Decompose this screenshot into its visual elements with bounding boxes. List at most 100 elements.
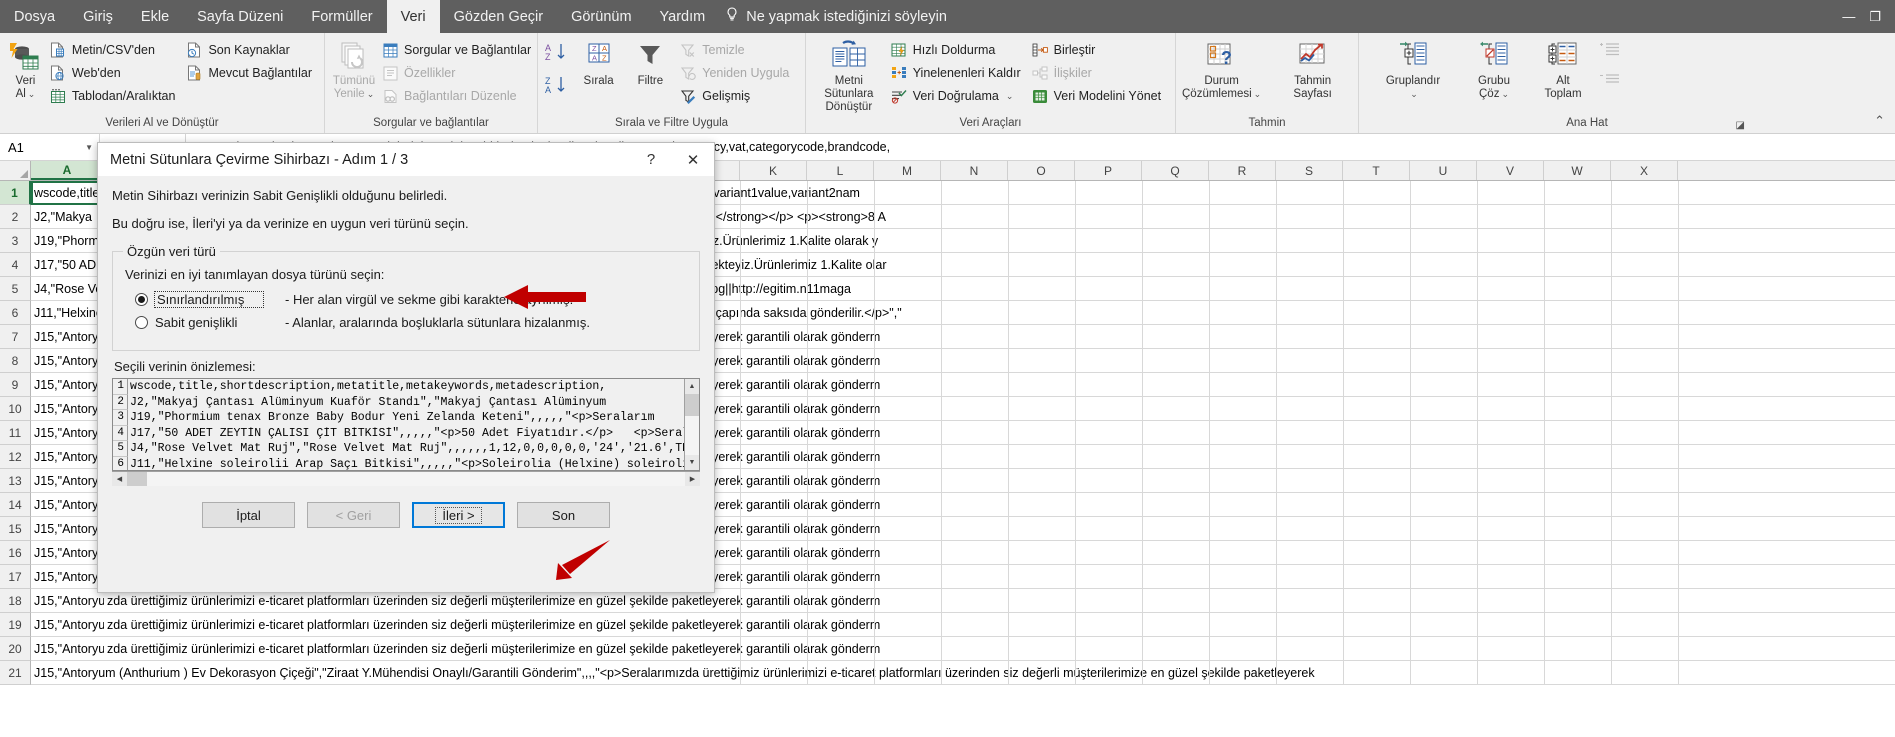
grid-row[interactable]: J15,"Antoryuzda ürettiğimiz ürünlerimizi…: [31, 613, 1895, 637]
select-all-corner[interactable]: [0, 161, 31, 180]
row-header-5[interactable]: 5: [0, 277, 31, 301]
column-header-U[interactable]: U: [1410, 161, 1477, 180]
tell-me-box[interactable]: Ne yapmak istediğinizi söyleyin: [719, 0, 957, 33]
cell-column-A[interactable]: J15,"Antoryu: [31, 642, 104, 656]
row-header-14[interactable]: 14: [0, 493, 31, 517]
radio-option-delimited[interactable]: Sınırlandırılmış - Her alan virgül ve se…: [135, 291, 689, 308]
column-header-R[interactable]: R: [1209, 161, 1276, 180]
column-header-X[interactable]: X: [1611, 161, 1678, 180]
cell-column-A[interactable]: J15,"Antoryu: [31, 450, 104, 464]
from-text-csv-button[interactable]: Metin/CSV'den: [47, 39, 182, 61]
cell-overflow-text[interactable]: zda ürettiğimiz ürünlerimizi e-ticaret p…: [104, 642, 1895, 656]
chevron-down-icon[interactable]: ⌄: [1006, 91, 1014, 102]
radio-option-fixed-width[interactable]: Sabit genişlikli - Alanlar, aralarında b…: [135, 315, 689, 330]
hscroll-track[interactable]: [127, 472, 685, 486]
chevron-down-icon[interactable]: ▼: [85, 143, 93, 152]
forecast-sheet-button[interactable]: Tahmin Sayfası: [1273, 36, 1352, 101]
cell-column-A[interactable]: J15,"Antoryu: [31, 330, 104, 344]
tab-veri[interactable]: Veri: [386, 0, 440, 33]
tab-yardim[interactable]: Yardım: [646, 0, 720, 33]
manage-data-model-button[interactable]: Veri Modelini Yönet: [1029, 85, 1169, 107]
scroll-left-icon[interactable]: ◀: [112, 472, 127, 486]
row-header-19[interactable]: 19: [0, 613, 31, 637]
row-header-3[interactable]: 3: [0, 229, 31, 253]
consolidate-button[interactable]: Birleştir: [1029, 39, 1169, 61]
data-validation-button[interactable]: Veri Doğrulama ⌄: [888, 85, 1027, 107]
ribbon-collapse-icon[interactable]: ⌃: [1874, 113, 1885, 129]
restore-button[interactable]: ❐: [1869, 9, 1881, 25]
row-header-9[interactable]: 9: [0, 373, 31, 397]
cell-column-A[interactable]: J15,"Antoryu: [31, 426, 104, 440]
cell-column-A[interactable]: J15,"Antoryu: [31, 498, 104, 512]
column-header-V[interactable]: V: [1477, 161, 1544, 180]
queries-and-connections-button[interactable]: Sorgular ve Bağlantılar: [379, 39, 531, 61]
sort-dialog-button[interactable]: ZAAZ Sırala: [574, 36, 624, 88]
preview-horizontal-scrollbar[interactable]: ◀ ▶: [112, 471, 700, 486]
grid-row[interactable]: J15,"Antoryuzda ürettiğimiz ürünlerimizi…: [31, 637, 1895, 661]
tab-ekle[interactable]: Ekle: [127, 0, 183, 33]
remove-duplicates-button[interactable]: Yinelenenleri Kaldır: [888, 62, 1027, 84]
cell-column-A[interactable]: J19,"Phormi: [31, 234, 104, 248]
get-data-button[interactable]: Veri Al ⌄: [6, 36, 45, 101]
cell-column-A[interactable]: J15,"Antoryu: [31, 570, 104, 584]
column-header-M[interactable]: M: [874, 161, 941, 180]
preview-vertical-scrollbar[interactable]: ▲ ▼: [684, 379, 699, 470]
column-header-S[interactable]: S: [1276, 161, 1343, 180]
row-header-21[interactable]: 21: [0, 661, 31, 685]
sort-descending-icon[interactable]: ZA: [544, 75, 572, 100]
column-header-P[interactable]: P: [1075, 161, 1142, 180]
row-header-4[interactable]: 4: [0, 253, 31, 277]
column-header-N[interactable]: N: [941, 161, 1008, 180]
group-button[interactable]: Gruplandır ⌄: [1371, 36, 1455, 101]
row-header-8[interactable]: 8: [0, 349, 31, 373]
row-header-16[interactable]: 16: [0, 541, 31, 565]
refresh-all-button[interactable]: Tümünü Yenile ⌄: [331, 36, 377, 101]
cell-column-A[interactable]: J15,"Antoryu: [31, 546, 104, 560]
hscroll-thumb[interactable]: [127, 472, 147, 486]
cell-column-A[interactable]: J15,"Antoryu: [31, 402, 104, 416]
tab-formuller[interactable]: Formüller: [297, 0, 386, 33]
tab-giris[interactable]: Giriş: [69, 0, 127, 33]
cancel-button[interactable]: İptal: [202, 502, 295, 528]
cell-column-A[interactable]: J15,"Antoryum (Anthurium ) Ev Dekorasyon…: [31, 666, 1891, 680]
column-header-O[interactable]: O: [1008, 161, 1075, 180]
cell-column-A[interactable]: J4,"Rose Vel: [31, 282, 104, 296]
row-header-1[interactable]: 1: [0, 181, 31, 205]
grid-row[interactable]: J15,"Antoryum (Anthurium ) Ev Dekorasyon…: [31, 661, 1895, 685]
cell-column-A[interactable]: J15,"Antoryu: [31, 378, 104, 392]
cell-column-A[interactable]: J17,"50 ADE: [31, 258, 104, 272]
row-header-15[interactable]: 15: [0, 517, 31, 541]
row-header-7[interactable]: 7: [0, 325, 31, 349]
row-header-12[interactable]: 12: [0, 445, 31, 469]
filter-button[interactable]: Filtre: [625, 36, 675, 88]
what-if-analysis-button[interactable]: ? Durum Çözümlemesi ⌄: [1182, 36, 1261, 101]
minimize-button[interactable]: —: [1842, 9, 1855, 24]
scroll-up-icon[interactable]: ▲: [685, 379, 699, 394]
cell-column-A[interactable]: J15,"Antoryu: [31, 354, 104, 368]
row-header-20[interactable]: 20: [0, 637, 31, 661]
cell-column-A[interactable]: J15,"Antoryu: [31, 522, 104, 536]
cell-overflow-text[interactable]: zda ürettiğimiz ürünlerimizi e-ticaret p…: [104, 618, 1895, 632]
column-header-W[interactable]: W: [1544, 161, 1611, 180]
name-box[interactable]: A1 ▼: [0, 134, 100, 160]
column-header-L[interactable]: L: [807, 161, 874, 180]
tab-gozden-gecir[interactable]: Gözden Geçir: [440, 0, 557, 33]
row-header-13[interactable]: 13: [0, 469, 31, 493]
scroll-down-icon[interactable]: ▼: [685, 455, 699, 470]
row-header-10[interactable]: 10: [0, 397, 31, 421]
active-cell-A1[interactable]: [31, 181, 104, 205]
row-header-17[interactable]: 17: [0, 565, 31, 589]
subtotal-button[interactable]: Alt Toplam: [1533, 36, 1593, 101]
vscroll-track[interactable]: [685, 394, 699, 455]
from-web-button[interactable]: Web'den: [47, 62, 182, 84]
finish-button[interactable]: Son: [517, 502, 610, 528]
outline-dialog-launcher[interactable]: ◪: [1736, 120, 1745, 131]
recent-sources-button[interactable]: Son Kaynaklar: [183, 39, 318, 61]
close-icon[interactable]: ✕: [672, 143, 714, 176]
next-button[interactable]: İleri >: [412, 502, 505, 528]
column-header-Q[interactable]: Q: [1142, 161, 1209, 180]
row-header-11[interactable]: 11: [0, 421, 31, 445]
tab-gorunum[interactable]: Görünüm: [557, 0, 645, 33]
scroll-right-icon[interactable]: ▶: [685, 472, 700, 486]
cell-column-A[interactable]: J15,"Antoryu: [31, 474, 104, 488]
